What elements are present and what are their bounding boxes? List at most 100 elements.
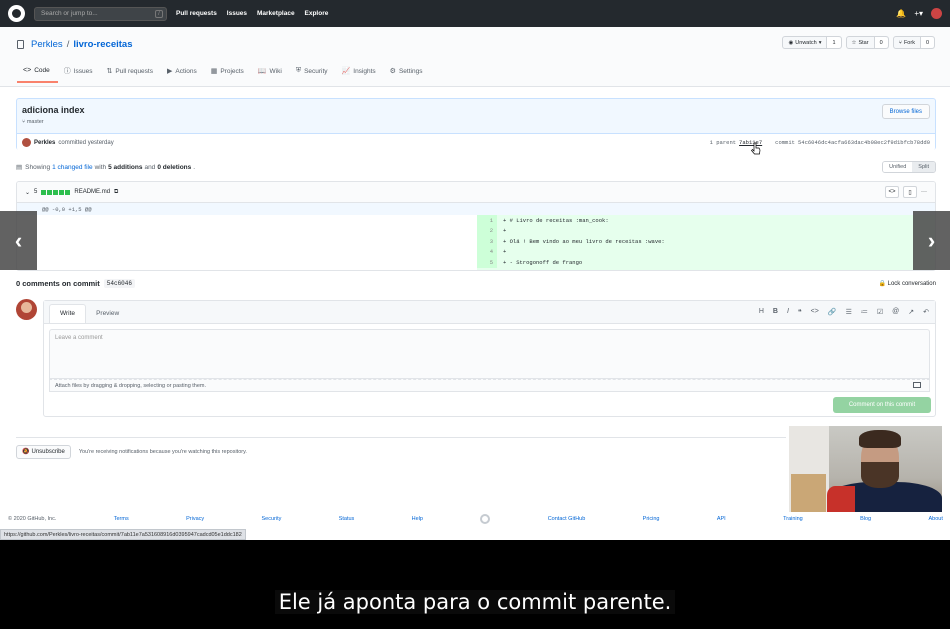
nav-pull-requests[interactable]: Pull requests bbox=[176, 10, 217, 17]
tab-insights[interactable]: 📈 Insights bbox=[336, 66, 384, 83]
fork-button[interactable]: ⑂ Fork 0 bbox=[892, 36, 935, 49]
star-button[interactable]: ☆ Star 0 bbox=[845, 36, 889, 49]
numbered-list-icon[interactable]: ≔ bbox=[861, 308, 868, 316]
tab-actions[interactable]: ▶ Actions bbox=[161, 66, 205, 83]
kebab-menu-icon[interactable]: ··· bbox=[921, 189, 927, 195]
line-number[interactable]: 4 bbox=[477, 246, 497, 257]
tab-code[interactable]: <> Code bbox=[17, 66, 58, 83]
avatar[interactable] bbox=[931, 8, 942, 19]
bulleted-list-icon[interactable]: ☰ bbox=[846, 308, 852, 316]
line-number[interactable]: 1 bbox=[477, 215, 497, 226]
collapse-chevron-icon[interactable]: ⌄ bbox=[25, 189, 30, 196]
bold-icon[interactable]: B bbox=[773, 308, 778, 316]
toc-showing: Showing bbox=[25, 163, 51, 171]
footer-link-api[interactable]: API bbox=[717, 516, 726, 522]
repo-actions: ◉ Unwatch ▾ 1 ☆ Star 0 ⑂ Fork 0 bbox=[782, 36, 935, 49]
search-input[interactable]: Search or jump to... / bbox=[34, 6, 167, 21]
italic-icon[interactable]: I bbox=[787, 308, 789, 316]
star-icon: ☆ bbox=[851, 39, 857, 46]
tab-settings[interactable]: ⚙ Settings bbox=[384, 66, 431, 83]
tab-issues[interactable]: ⓘ Issues bbox=[58, 66, 101, 83]
unwatch-button[interactable]: ◉ Unwatch ▾ 1 bbox=[782, 36, 842, 49]
footer-link-training[interactable]: Training bbox=[783, 516, 803, 522]
fork-count[interactable]: 0 bbox=[920, 37, 934, 48]
tab-write[interactable]: Write bbox=[49, 304, 87, 323]
footer-link-help[interactable]: Help bbox=[412, 516, 423, 522]
footer-link-contact[interactable]: Contact GitHub bbox=[548, 516, 586, 522]
global-nav: Pull requests Issues Marketplace Explore bbox=[176, 10, 336, 17]
browse-files-button[interactable]: Browse files bbox=[881, 104, 930, 119]
footer-link-security[interactable]: Security bbox=[261, 516, 281, 522]
repo-separator: / bbox=[66, 39, 70, 50]
deletions-count: 0 deletions bbox=[157, 163, 192, 171]
line-code: + Olá ! Bem vindo ao meu livro de receit… bbox=[503, 237, 665, 245]
bell-icon[interactable]: 🔔 bbox=[896, 9, 906, 18]
commit-label: commit bbox=[775, 139, 795, 146]
footer-link-status[interactable]: Status bbox=[339, 516, 355, 522]
plus-icon[interactable]: +▾ bbox=[914, 9, 923, 18]
footer-link-terms[interactable]: Terms bbox=[114, 516, 129, 522]
comment-textarea[interactable]: Leave a comment bbox=[49, 329, 930, 379]
github-mark-icon[interactable] bbox=[480, 514, 491, 524]
browser-viewport: Search or jump to... / Pull requests Iss… bbox=[0, 0, 950, 540]
project-icon: ▦ bbox=[210, 68, 218, 75]
tab-security[interactable]: ⛨ Security bbox=[290, 66, 336, 83]
hunk-header: @@ -0,0 +1,5 @@ bbox=[17, 203, 935, 215]
unified-view-button[interactable]: Unified bbox=[883, 162, 913, 172]
split-view-button[interactable]: Split bbox=[912, 162, 935, 172]
file-name[interactable]: README.md bbox=[74, 189, 110, 195]
branch-name[interactable]: master bbox=[27, 119, 44, 125]
tab-preview[interactable]: Preview bbox=[86, 310, 129, 323]
markdown-icon[interactable] bbox=[913, 382, 921, 388]
comment-submit-button[interactable]: Comment on this commit bbox=[833, 397, 931, 413]
tab-label: Issues bbox=[73, 67, 93, 75]
nav-explore[interactable]: Explore bbox=[305, 10, 329, 17]
footer-link-privacy[interactable]: Privacy bbox=[186, 516, 204, 522]
comments-header: 0 comments on commit 54c6046 🔒 Lock conv… bbox=[16, 279, 936, 288]
unsubscribe-label: Unsubscribe bbox=[31, 448, 65, 455]
tab-wiki[interactable]: 📖 Wiki bbox=[252, 66, 290, 83]
changed-files-link[interactable]: 1 changed file bbox=[52, 164, 92, 171]
footer-link-about[interactable]: About bbox=[928, 516, 942, 522]
fork-icon: ⑂ bbox=[898, 39, 902, 46]
mention-icon[interactable]: @ bbox=[892, 308, 899, 316]
code-icon[interactable]: <> bbox=[811, 308, 819, 316]
line-number[interactable]: 3 bbox=[477, 236, 497, 247]
star-count[interactable]: 0 bbox=[874, 37, 888, 48]
tab-pull-requests[interactable]: ⇅ Pull requests bbox=[101, 66, 161, 83]
repo-name-link[interactable]: livro-receitas bbox=[73, 39, 132, 50]
unsubscribe-button[interactable]: 🔕 Unsubscribe bbox=[16, 444, 71, 459]
lock-conversation-button[interactable]: 🔒 Lock conversation bbox=[878, 280, 936, 287]
line-code: + bbox=[503, 227, 507, 235]
rich-diff-icon[interactable]: ▯ bbox=[903, 186, 917, 198]
reference-icon[interactable]: ↗ bbox=[908, 308, 914, 316]
line-number[interactable]: 5 bbox=[477, 257, 497, 268]
nav-issues[interactable]: Issues bbox=[227, 10, 247, 17]
webcam-overlay bbox=[789, 426, 942, 512]
line-number[interactable]: 2 bbox=[477, 225, 497, 236]
task-list-icon[interactable]: ☑ bbox=[877, 308, 883, 316]
code-view-icon[interactable]: <> bbox=[885, 186, 899, 198]
copy-icon[interactable]: ⧉ bbox=[114, 189, 118, 196]
quote-icon[interactable]: ❝ bbox=[798, 308, 802, 316]
repo-title: Perkles / livro-receitas bbox=[17, 39, 132, 50]
footer-link-pricing[interactable]: Pricing bbox=[643, 516, 660, 522]
carousel-prev-button[interactable]: ‹ bbox=[0, 211, 37, 270]
repo-header: Perkles / livro-receitas ◉ Unwatch ▾ 1 ☆ St… bbox=[0, 27, 950, 87]
repo-owner-link[interactable]: Perkles bbox=[31, 39, 63, 50]
author-avatar[interactable] bbox=[22, 138, 31, 147]
nav-marketplace[interactable]: Marketplace bbox=[257, 10, 295, 17]
attach-files-area[interactable]: Attach files by dragging & dropping, sel… bbox=[49, 379, 930, 392]
footer-link-blog[interactable]: Blog bbox=[860, 516, 871, 522]
avatar[interactable] bbox=[16, 299, 37, 320]
link-icon[interactable]: 🔗 bbox=[828, 308, 837, 316]
unwatch-count[interactable]: 1 bbox=[827, 37, 841, 48]
carousel-next-button[interactable]: › bbox=[913, 211, 950, 270]
tab-projects[interactable]: ▦ Projects bbox=[205, 66, 252, 83]
line-code: + # Livro de receitas :man_cook: bbox=[503, 216, 609, 224]
heading-icon[interactable]: H bbox=[759, 308, 764, 316]
reply-icon[interactable]: ↶ bbox=[923, 308, 929, 316]
issue-icon: ⓘ bbox=[63, 68, 71, 75]
github-logo-icon[interactable] bbox=[8, 5, 25, 22]
author-link[interactable]: Perkles bbox=[34, 140, 55, 146]
